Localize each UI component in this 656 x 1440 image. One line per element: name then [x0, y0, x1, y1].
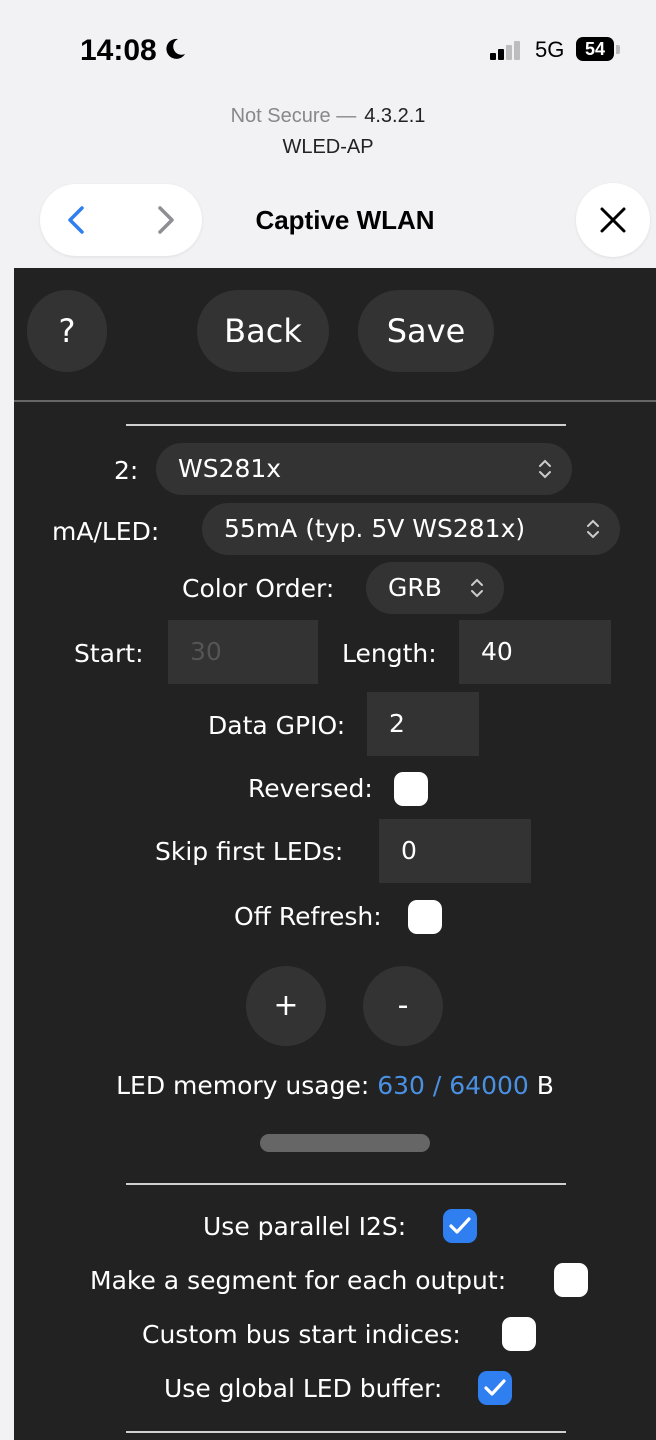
back-button[interactable]: Back: [197, 290, 329, 372]
save-button[interactable]: Save: [358, 290, 494, 372]
skip-first-leds-input[interactable]: 0: [379, 819, 531, 883]
length-value: 40: [481, 637, 513, 666]
custom-bus-start-checkbox[interactable]: [502, 1317, 536, 1351]
color-order-select[interactable]: GRB: [366, 562, 504, 614]
data-gpio-input[interactable]: 2: [367, 692, 479, 756]
off-refresh-label: Off Refresh:: [234, 902, 382, 931]
color-order-value: GRB: [388, 573, 442, 602]
parallel-i2s-checkbox[interactable]: [443, 1209, 477, 1243]
close-button[interactable]: [576, 183, 650, 257]
data-gpio-label: Data GPIO:: [208, 711, 346, 740]
battery-nub: [616, 45, 620, 54]
segment-per-output-checkbox[interactable]: [554, 1263, 588, 1297]
section-divider: [126, 1183, 566, 1185]
captive-portal-title: Captive WLAN: [255, 205, 435, 235]
memory-unit: B: [536, 1071, 554, 1100]
network-type: 5G: [535, 37, 565, 62]
wled-settings-page: ? Back Save 2: WS281x mA/LED: 55mA (typ.…: [14, 268, 656, 1440]
cellular-signal-icon: [490, 40, 528, 60]
url-line: Not Secure — 4.3.2.1: [0, 105, 656, 128]
reversed-checkbox[interactable]: [394, 772, 428, 806]
segment-per-output-label: Make a segment for each output:: [90, 1266, 507, 1295]
off-refresh-checkbox[interactable]: [408, 900, 442, 934]
section-divider: [126, 424, 566, 426]
skip-first-leds-label: Skip first LEDs:: [155, 837, 344, 866]
section-divider: [126, 1431, 566, 1433]
battery-icon: 54: [576, 37, 614, 61]
url-address: 4.3.2.1: [364, 105, 426, 127]
status-time: 14:08: [80, 34, 157, 67]
chevron-updown-icon: [539, 459, 551, 479]
chevron-left-icon[interactable]: [62, 204, 92, 236]
led-type-select[interactable]: WS281x: [156, 443, 572, 495]
custom-bus-start-label: Custom bus start indices:: [142, 1320, 461, 1349]
remove-output-button[interactable]: -: [363, 966, 443, 1046]
horizontal-scrollbar[interactable]: [260, 1134, 430, 1152]
data-gpio-value: 2: [389, 709, 405, 738]
reversed-label: Reversed:: [248, 774, 373, 803]
global-led-buffer-checkbox[interactable]: [478, 1371, 512, 1405]
global-led-buffer-label: Use global LED buffer:: [164, 1374, 443, 1403]
led-type-value: WS281x: [178, 454, 282, 483]
site-name: WLED-AP: [282, 136, 374, 158]
chevron-updown-icon: [587, 519, 599, 539]
close-icon: [600, 207, 626, 233]
ma-per-led-select[interactable]: 55mA (typ. 5V WS281x): [202, 503, 620, 555]
start-label: Start:: [74, 639, 144, 668]
add-output-button[interactable]: +: [246, 966, 326, 1046]
skip-first-leds-value: 0: [401, 836, 417, 865]
checkmark-icon: [449, 1217, 471, 1234]
led-memory-usage: LED memory usage: 630 / 64000 B: [14, 1071, 656, 1100]
header-divider: [14, 400, 656, 402]
chevron-right-icon[interactable]: [150, 204, 180, 236]
color-order-label: Color Order:: [182, 574, 335, 603]
memory-value: 630 / 64000: [377, 1071, 529, 1100]
chevron-updown-icon: [471, 578, 483, 598]
moon-icon: [166, 38, 185, 59]
security-warning: Not Secure —: [230, 105, 357, 127]
parallel-i2s-label: Use parallel I2S:: [203, 1212, 407, 1241]
status-bar: 14:08 5G 54: [0, 0, 656, 100]
length-label: Length:: [342, 639, 437, 668]
nav-pill: [40, 184, 202, 256]
ma-per-led-value: 55mA (typ. 5V WS281x): [224, 514, 526, 543]
ma-per-led-label: mA/LED:: [52, 517, 160, 546]
output-index-label: 2:: [114, 456, 139, 485]
memory-label: LED memory usage:: [116, 1071, 370, 1100]
start-input[interactable]: 30: [168, 620, 318, 684]
help-button[interactable]: ?: [27, 290, 107, 372]
checkmark-icon: [484, 1379, 506, 1396]
length-input[interactable]: 40: [459, 620, 611, 684]
start-value: 30: [190, 637, 222, 666]
